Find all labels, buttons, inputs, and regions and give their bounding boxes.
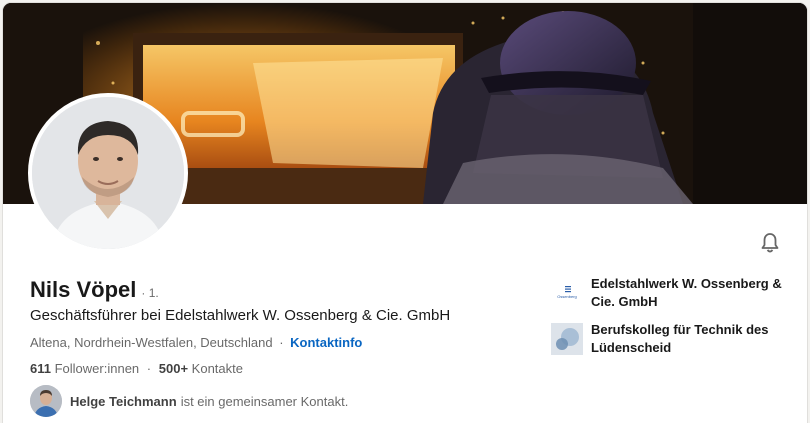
mutual-photo bbox=[30, 385, 62, 417]
contact-info-link[interactable]: Kontaktinfo bbox=[290, 335, 362, 350]
location-separator: · bbox=[279, 335, 284, 350]
ossenberg-logo-icon: Ossenberg bbox=[551, 277, 583, 309]
profile-avatar[interactable] bbox=[28, 93, 188, 253]
school-logo-icon bbox=[551, 323, 583, 355]
org-item-berufskolleg[interactable]: Berufskolleg für Technik des Lüdenscheid bbox=[551, 321, 791, 357]
connections-count[interactable]: 500+ bbox=[159, 361, 188, 376]
ossenberg-logo-text: Ossenberg bbox=[557, 294, 577, 299]
org-name-ossenberg[interactable]: Edelstahlwerk W. Ossenberg & Cie. GmbH bbox=[591, 275, 791, 311]
mutual-connection-name[interactable]: Helge Teichmann bbox=[70, 394, 177, 409]
profile-photo bbox=[32, 97, 184, 249]
followers-label[interactable]: Follower:innen bbox=[55, 361, 140, 376]
bell-icon bbox=[761, 233, 779, 253]
stats-row: 611 Follower:innen · 500+ Kontakte bbox=[30, 361, 243, 376]
org-item-ossenberg[interactable]: Ossenberg Edelstahlwerk W. Ossenberg & C… bbox=[551, 275, 791, 311]
profile-location: Altena, Nordrhein-Westfalen, Deutschland bbox=[30, 335, 273, 350]
mutual-connection-avatar[interactable] bbox=[30, 385, 62, 417]
org-name-berufskolleg[interactable]: Berufskolleg für Technik des Lüdenscheid bbox=[591, 321, 791, 357]
mutual-connection-text: ist ein gemeinsamer Kontakt. bbox=[180, 393, 349, 409]
connection-degree: · 1. bbox=[141, 286, 159, 300]
profile-name: Nils Vöpel bbox=[30, 277, 137, 302]
location-row: Altena, Nordrhein-Westfalen, Deutschland… bbox=[30, 335, 362, 350]
profile-headline: Geschäftsführer bei Edelstahlwerk W. Oss… bbox=[30, 307, 451, 324]
connections-label[interactable]: Kontakte bbox=[192, 361, 243, 376]
stats-separator: · bbox=[146, 361, 152, 376]
profile-card: Nils Vöpel · 1. Geschäftsführer bei Edel… bbox=[3, 3, 807, 423]
notification-bell-button[interactable] bbox=[758, 231, 782, 255]
name-row: Nils Vöpel · 1. bbox=[30, 277, 159, 303]
followers-count[interactable]: 611 bbox=[30, 361, 51, 376]
organizations-list: Ossenberg Edelstahlwerk W. Ossenberg & C… bbox=[551, 275, 791, 367]
mutual-connection[interactable]: Helge Teichmann ist ein gemeinsamer Kont… bbox=[30, 385, 348, 417]
